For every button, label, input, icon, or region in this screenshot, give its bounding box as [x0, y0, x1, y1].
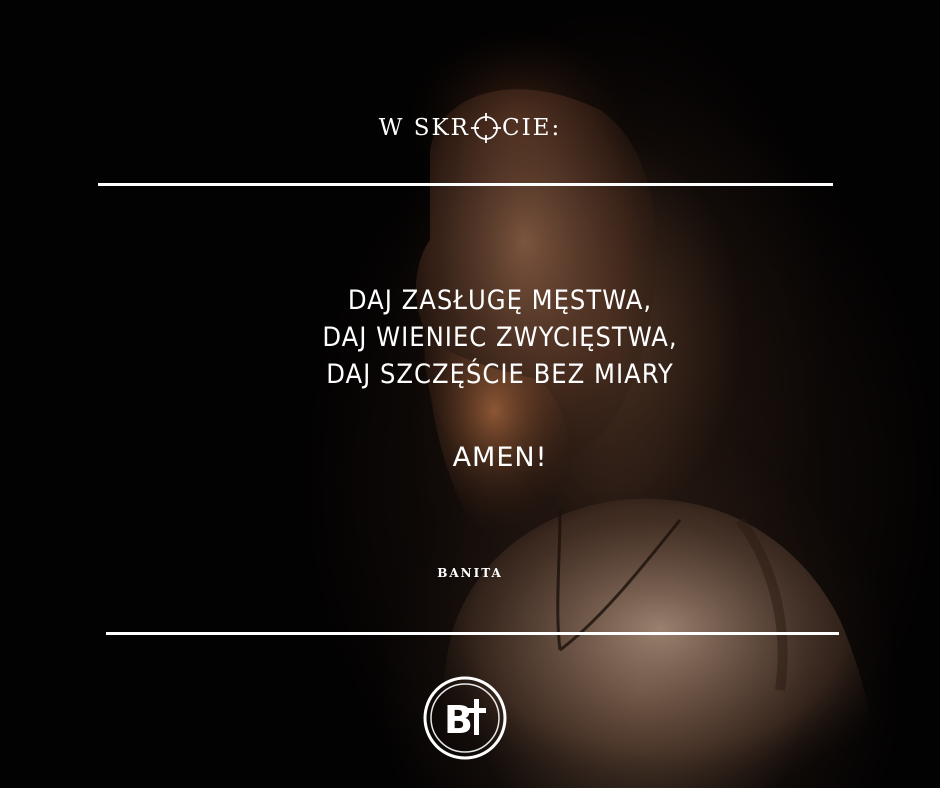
quote-card: W SKR CIE: DAJ ZASŁUGĘ MĘSTWA, DAJ WIENI… — [0, 0, 940, 788]
crosshair-icon — [470, 113, 501, 143]
brand-logo: B — [423, 676, 507, 760]
quote-line: DAJ ZASŁUGĘ MĘSTWA, — [347, 285, 653, 316]
bottom-divider — [106, 632, 839, 635]
svg-text:B: B — [444, 698, 473, 742]
quote-author: BANITA — [437, 566, 503, 580]
top-divider — [98, 183, 833, 186]
quote-closing: AMEN! — [452, 442, 548, 473]
quote-text: DAJ ZASŁUGĘ MĘSTWA, DAJ WIENIEC ZWYCIĘST… — [240, 282, 760, 393]
quote-line: DAJ WIENIEC ZWYCIĘSTWA, — [322, 322, 678, 353]
header-title: W SKR CIE: — [0, 108, 940, 148]
quote-line: DAJ SZCZĘŚCIE BEZ MIARY — [326, 359, 674, 390]
header-title-part-2: CIE: — [501, 115, 562, 141]
header-title-part-1: W SKR — [378, 115, 470, 141]
